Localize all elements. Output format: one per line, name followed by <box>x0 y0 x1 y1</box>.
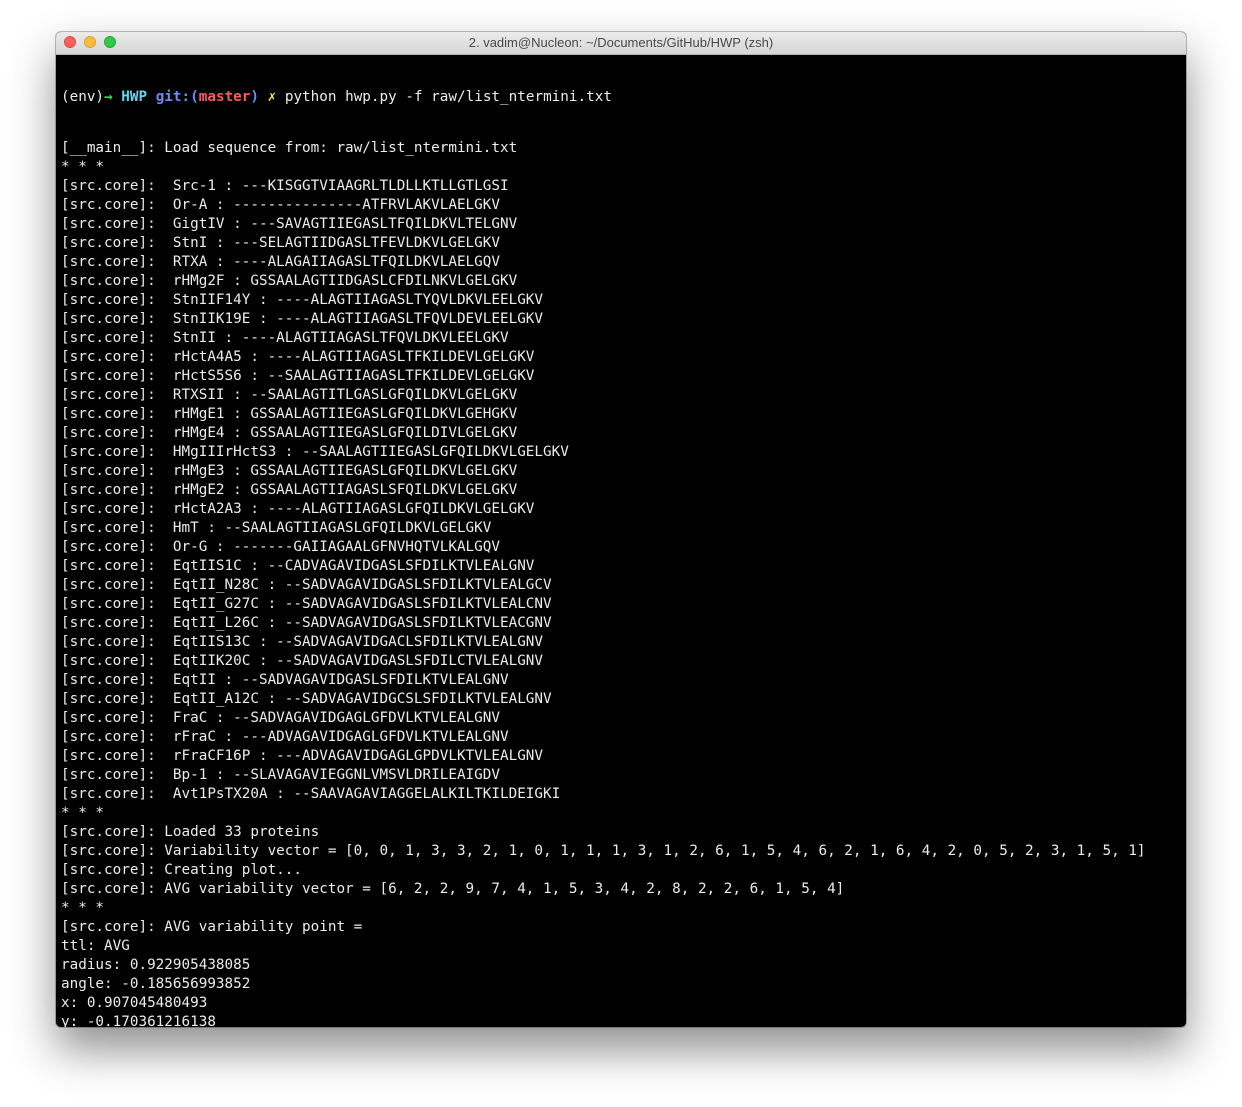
title-bar[interactable]: 2. vadim@Nucleon: ~/Documents/GitHub/HWP… <box>56 32 1186 55</box>
output-line: radius: 0.922905438085 <box>61 957 251 973</box>
output-line: [src.core]: StnII : ----ALAGTIIAGASLTFQV… <box>61 330 509 346</box>
prompt-arrow-icon: → <box>104 89 113 105</box>
output-line: [src.core]: HMgIIIrHctS3 : --SAALAGTIIEG… <box>61 444 569 460</box>
output-line: [src.core]: Loaded 33 proteins <box>61 824 320 840</box>
prompt-git-close: ) <box>250 89 260 105</box>
output-line: [src.core]: Or-A : ---------------ATFRVL… <box>61 197 500 213</box>
output-line: [src.core]: AVG variability point = <box>61 919 363 935</box>
output-line: [src.core]: StnIIF14Y : ----ALAGTIIAGASL… <box>61 292 544 308</box>
output-line: [src.core]: EqtII_L26C : --SADVAGAVIDGAS… <box>61 615 552 631</box>
output-line: [src.core]: rHMgE3 : GSSAALAGTIIEGASLGFQ… <box>61 463 518 479</box>
output-line: [src.core]: EqtII : --SADVAGAVIDGASLSFDI… <box>61 672 509 688</box>
output-line: [src.core]: EqtII_G27C : --SADVAGAVIDGAS… <box>61 596 552 612</box>
output-line: * * * <box>61 805 105 821</box>
output-line: [src.core]: rHMgE4 : GSSAALAGTIIEGASLGFQ… <box>61 425 518 441</box>
prompt-git-label: git:( <box>155 89 199 105</box>
output-line: y: -0.170361216138 <box>61 1014 216 1027</box>
output-line: [src.core]: Creating plot... <box>61 862 303 878</box>
prompt-directory: HWP <box>121 89 148 105</box>
output-line: [src.core]: EqtIIS13C : --SADVAGAVIDGACL… <box>61 634 544 650</box>
output-line: [src.core]: rHMgE2 : GSSAALAGTIIAGASLSFQ… <box>61 482 518 498</box>
command-line: (env)→ HWP git:(master) ✗ python hwp.py … <box>61 88 1186 107</box>
output-line: [src.core]: rHctA4A5 : ----ALAGTIIAGASLT… <box>61 349 535 365</box>
output-line: [src.core]: rHctS5S6 : --SAALAGTIIAGASLT… <box>61 368 535 384</box>
output-line: [src.core]: rHMgE1 : GSSAALAGTIIEGASLGFQ… <box>61 406 518 422</box>
window-title: 2. vadim@Nucleon: ~/Documents/GitHub/HWP… <box>468 35 774 50</box>
output-line: [src.core]: EqtII_N28C : --SADVAGAVIDGAS… <box>61 577 552 593</box>
output-line: [src.core]: RTXA : ----ALAGAIIAGASLTFQIL… <box>61 254 500 270</box>
prompt-env: (env) <box>61 89 105 105</box>
prompt-branch: master <box>198 89 251 105</box>
output-line: [src.core]: FraC : --SADVAGAVIDGAGLGFDVL… <box>61 710 500 726</box>
output-lines: [__main__]: Load sequence from: raw/list… <box>61 139 1186 1027</box>
output-line: [src.core]: Variability vector = [0, 0, … <box>61 843 1146 859</box>
output-line: [src.core]: EqtIIK20C : --SADVAGAVIDGASL… <box>61 653 544 669</box>
output-line: [src.core]: EqtIIS1C : --CADVAGAVIDGASLS… <box>61 558 535 574</box>
output-line: [src.core]: AVG variability vector = [6,… <box>61 881 845 897</box>
command-text: python hwp.py -f raw/list_ntermini.txt <box>284 89 612 105</box>
output-line: * * * <box>61 159 105 175</box>
output-line: [__main__]: Load sequence from: raw/list… <box>61 140 518 156</box>
output-line: [src.core]: GigtIV : ---SAVAGTIIEGASLTFQ… <box>61 216 518 232</box>
terminal-window: 2. vadim@Nucleon: ~/Documents/GitHub/HWP… <box>56 32 1186 1027</box>
output-line: [src.core]: Avt1PsTX20A : --SAAVAGAVIAGG… <box>61 786 561 802</box>
output-line: [src.core]: Bp-1 : --SLAVAGAVIEGGNLVMSVL… <box>61 767 500 783</box>
output-line: [src.core]: rHMg2F : GSSAALAGTIIDGASLCFD… <box>61 273 518 289</box>
output-line: * * * <box>61 900 105 916</box>
output-line: [src.core]: rFraC : ---ADVAGAVIDGAGLGFDV… <box>61 729 509 745</box>
output-line: [src.core]: HmT : --SAALAGTIIAGASLGFQILD… <box>61 520 492 536</box>
output-line: [src.core]: StnIIK19E : ----ALAGTIIAGASL… <box>61 311 544 327</box>
output-line: ttl: AVG <box>61 938 130 954</box>
output-line: x: 0.907045480493 <box>61 995 208 1011</box>
output-line: [src.core]: EqtII_A12C : --SADVAGAVIDGCS… <box>61 691 552 707</box>
output-line: [src.core]: RTXSII : --SAALAGTITLGASLGFQ… <box>61 387 518 403</box>
output-line: [src.core]: StnI : ---SELAGTIIDGASLTFEVL… <box>61 235 500 251</box>
output-line: angle: -0.185656993852 <box>61 976 251 992</box>
prompt-dirty-icon: ✗ <box>267 89 277 105</box>
output-line: [src.core]: rFraCF16P : ---ADVAGAVIDGAGL… <box>61 748 544 764</box>
output-line: [src.core]: Or-G : -------GAIIAGAALGFNVH… <box>61 539 500 555</box>
output-line: [src.core]: Src-1 : ---KISGGTVIAAGRLTLDL… <box>61 178 509 194</box>
output-line: [src.core]: rHctA2A3 : ----ALAGTIIAGASLG… <box>61 501 535 517</box>
terminal-output[interactable]: (env)→ HWP git:(master) ✗ python hwp.py … <box>56 55 1186 1027</box>
